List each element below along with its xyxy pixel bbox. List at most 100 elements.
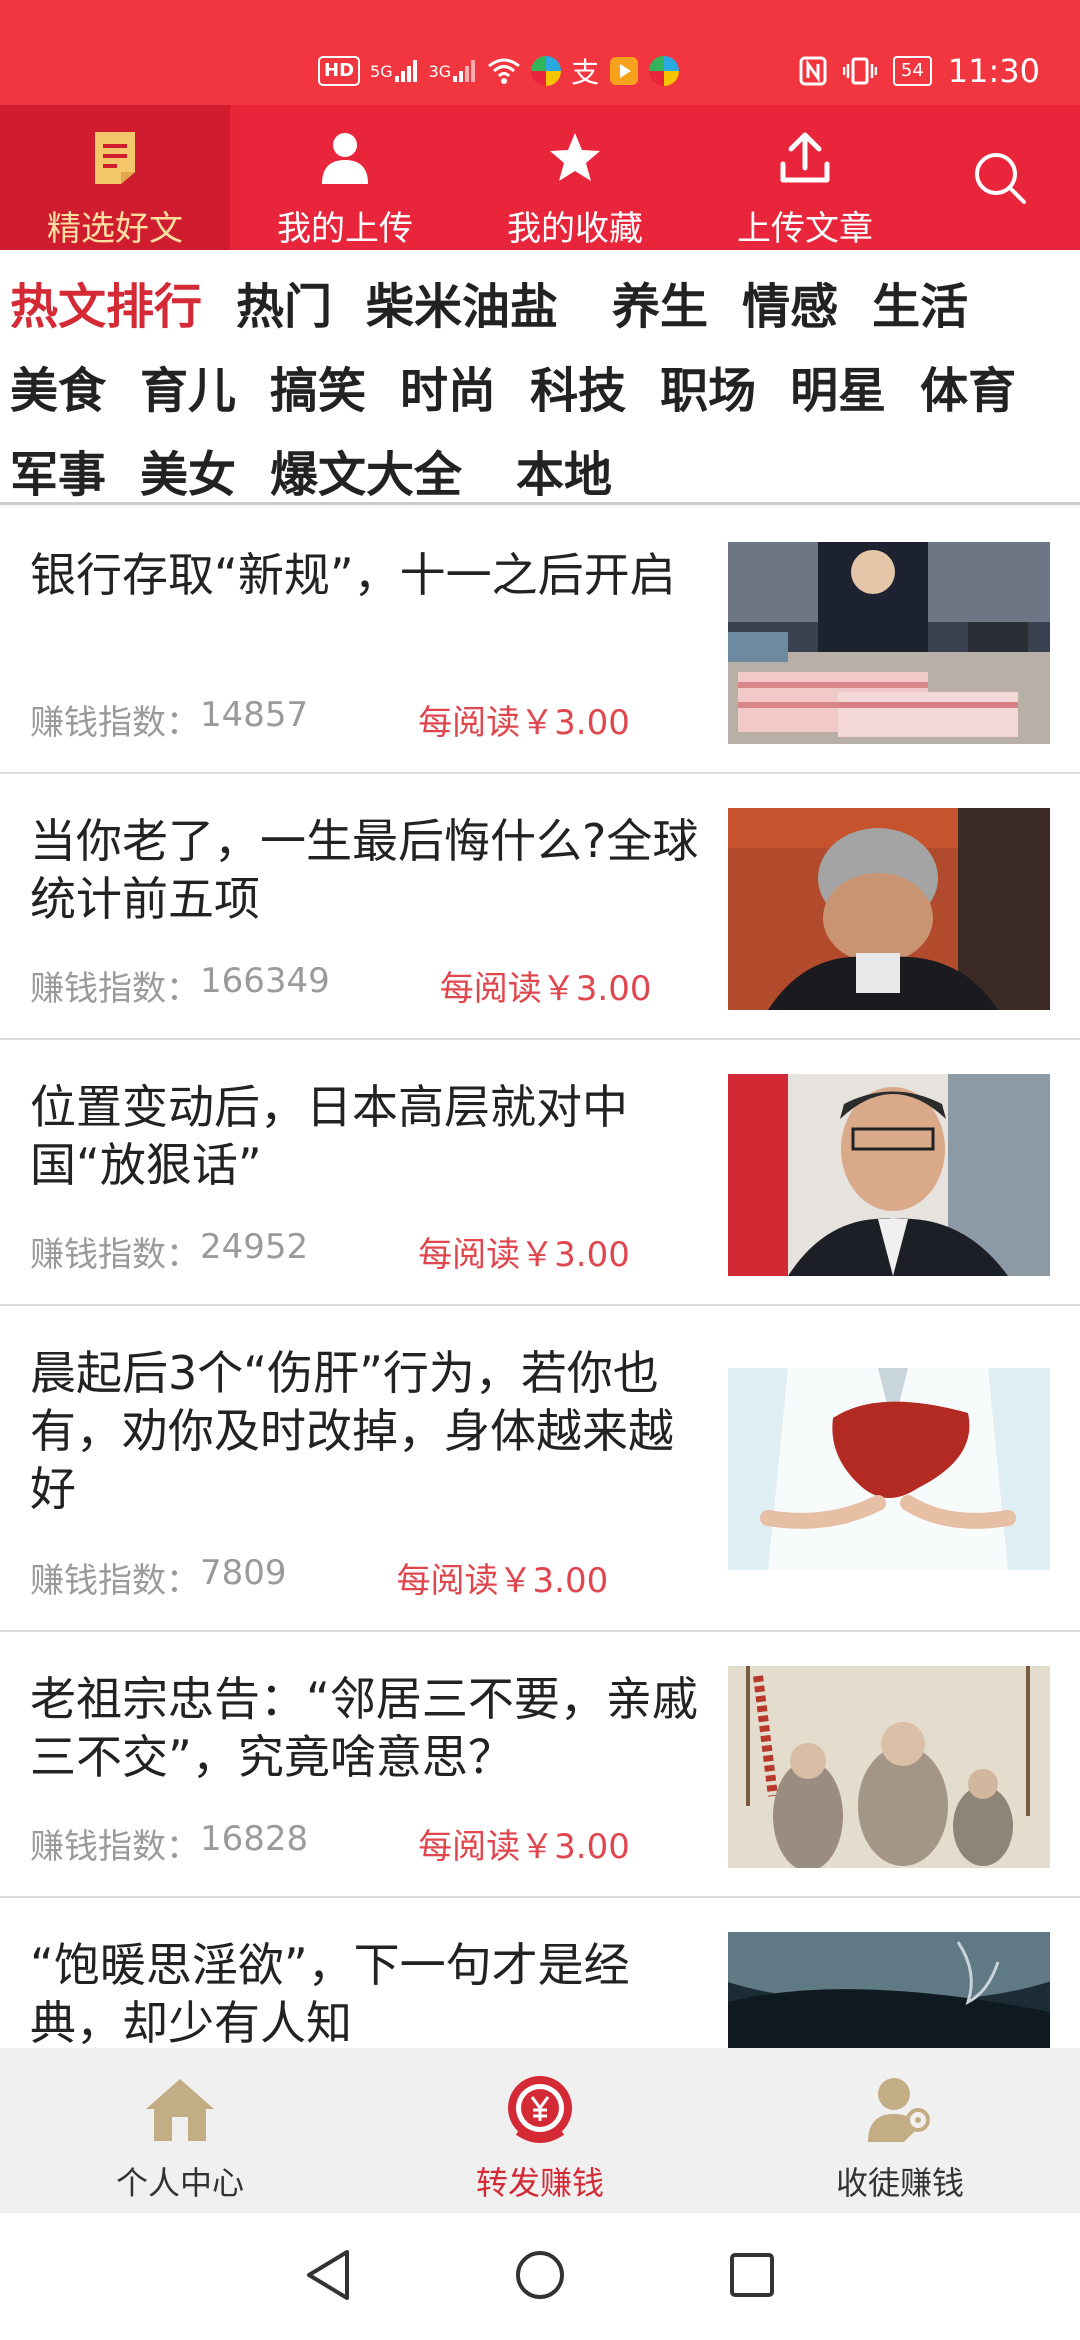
apprentice-icon (860, 2070, 940, 2150)
article-meta: 赚钱指数： 166349 每阅读￥3.00 (30, 961, 652, 1010)
signal-5g-icon: 5G (370, 56, 419, 86)
tab-my-uploads[interactable]: 我的上传 (230, 105, 460, 250)
tab-my-favorites[interactable]: 我的收藏 (460, 105, 690, 250)
category-bar: 热文排行 热门 柴米油盐 养生 情感 生活 美食 育儿 搞笑 时尚 科技 职场 … (0, 250, 1080, 505)
net1-label: 5G (370, 61, 393, 81)
article-item[interactable]: “饱暖思淫欲”，下一句才是经典，却少有人知 (0, 1898, 1080, 2048)
signal-3g-icon: 3G (429, 56, 478, 86)
category-row: 热文排行 热门 柴米油盐 养生 情感 生活 (10, 260, 1080, 344)
article-title: 位置变动后，日本高层就对中国“放狠话” (30, 1080, 628, 1192)
category-row: 军事 美女 爆文大全 本地 (10, 428, 1080, 512)
article-thumbnail (728, 1666, 1050, 1868)
category-career[interactable]: 职场 (660, 351, 756, 421)
read-price: 每阅读￥3.00 (439, 969, 652, 1009)
tab-featured[interactable]: 精选好文 (0, 105, 230, 250)
earn-label: 赚钱指数： (30, 1561, 200, 1601)
category-daily-life[interactable]: 柴米油盐 (366, 267, 558, 337)
user-icon (315, 127, 375, 189)
category-viral[interactable]: 爆文大全 (270, 435, 462, 505)
earn-score: 24952 (200, 1227, 309, 1267)
app-dot-icon (531, 56, 562, 86)
category-emotion[interactable]: 情感 (742, 267, 838, 337)
tab-label: 精选好文 (47, 209, 183, 249)
tab-label: 上传文章 (737, 209, 873, 249)
category-celebrity[interactable]: 明星 (790, 351, 886, 421)
earn-label: 赚钱指数： (30, 1235, 200, 1275)
article-title: 银行存取“新规”，十一之后开启 (30, 548, 676, 602)
article-meta: 赚钱指数： 7809 每阅读￥3.00 (30, 1553, 608, 1602)
hd-icon: HD (318, 56, 361, 86)
article-title: 当你老了，一生最后悔什么?全球统计前五项 (30, 814, 699, 926)
status-icons-left: HD 5G 3G 支 (318, 56, 680, 89)
article-thumbnail (728, 1932, 1050, 2048)
recents-icon[interactable] (727, 2250, 777, 2304)
category-local[interactable]: 本地 (516, 435, 612, 505)
status-icons-right: 54 11:30 (799, 52, 1040, 90)
status-bar: HD 5G 3G 支 54 11:30 (0, 0, 1080, 105)
tab-label: 我的收藏 (507, 209, 643, 249)
category-tech[interactable]: 科技 (530, 351, 626, 421)
nfc-icon (799, 56, 827, 86)
nav-label: 个人中心 (115, 2164, 244, 2202)
category-military[interactable]: 军事 (10, 435, 106, 505)
category-funny[interactable]: 搞笑 (270, 351, 366, 421)
article-thumbnail (728, 1368, 1050, 1570)
earn-score: 14857 (200, 695, 309, 735)
clock-text: 11:30 (947, 52, 1040, 90)
article-item[interactable]: 晨起后3个“伤肝”行为，若你也有，劝你及时改掉，身体越来越好 赚钱指数： 780… (0, 1306, 1080, 1632)
article-icon (85, 127, 145, 189)
article-thumbnail (728, 808, 1050, 1010)
article-list: 银行存取“新规”，十一之后开启 赚钱指数： 14857 每阅读￥3.00 当你老… (0, 508, 1080, 2048)
category-hot[interactable]: 热门 (236, 267, 332, 337)
earn-score: 166349 (200, 961, 330, 1001)
wifi-icon (487, 56, 521, 86)
category-sports[interactable]: 体育 (920, 351, 1016, 421)
article-item[interactable]: 当你老了，一生最后悔什么?全球统计前五项 赚钱指数： 166349 每阅读￥3.… (0, 774, 1080, 1040)
nav-label: 收徒赚钱 (835, 2164, 964, 2202)
top-tab-bar: 精选好文 我的上传 我的收藏 上传文章 (0, 105, 1080, 250)
app-dot-icon-2 (649, 56, 680, 86)
nav-recruit-earn[interactable]: 收徒赚钱 (720, 2048, 1080, 2213)
home-circle-icon[interactable] (513, 2248, 567, 2306)
battery-icon: 54 (892, 56, 932, 86)
tab-upload-article[interactable]: 上传文章 (690, 105, 920, 250)
article-item[interactable]: 老祖宗忠告：“邻居三不要，亲戚三不交”，究竟啥意思？ 赚钱指数： 16828 每… (0, 1632, 1080, 1898)
nav-personal-center[interactable]: 个人中心 (0, 2048, 360, 2213)
vibrate-icon (842, 56, 877, 86)
article-thumbnail (728, 542, 1050, 744)
category-row: 美食 育儿 搞笑 时尚 科技 职场 明星 体育 (10, 344, 1080, 428)
search-icon (975, 152, 1026, 204)
read-price: 每阅读￥3.00 (418, 1235, 630, 1275)
category-hot-ranking[interactable]: 热文排行 (10, 267, 202, 337)
search-button[interactable] (920, 105, 1080, 250)
category-parenting[interactable]: 育儿 (140, 351, 236, 421)
nav-share-earn[interactable]: 转发赚钱 (360, 2048, 720, 2213)
article-title: 晨起后3个“伤肝”行为，若你也有，劝你及时改掉，身体越来越好 (30, 1346, 674, 1516)
net2-label: 3G (428, 61, 452, 81)
article-title: 老祖宗忠告：“邻居三不要，亲戚三不交”，究竟啥意思？ (30, 1672, 698, 1784)
category-health[interactable]: 养生 (612, 267, 708, 337)
category-life[interactable]: 生活 (872, 267, 968, 337)
play-icon (609, 56, 639, 86)
article-meta: 赚钱指数： 24952 每阅读￥3.00 (30, 1227, 630, 1276)
read-price: 每阅读￥3.00 (418, 1827, 630, 1867)
earn-label: 赚钱指数： (30, 1827, 200, 1867)
yuan-icon (500, 2070, 580, 2150)
article-item[interactable]: 银行存取“新规”，十一之后开启 赚钱指数： 14857 每阅读￥3.00 (0, 508, 1080, 774)
back-icon[interactable] (303, 2248, 353, 2306)
home-icon (140, 2070, 220, 2150)
article-item[interactable]: 位置变动后，日本高层就对中国“放狠话” 赚钱指数： 24952 每阅读￥3.00 (0, 1040, 1080, 1306)
tab-label: 我的上传 (277, 209, 413, 249)
category-beauty[interactable]: 美女 (140, 435, 236, 505)
article-thumbnail (728, 1074, 1050, 1276)
read-price: 每阅读￥3.00 (418, 703, 630, 743)
bottom-nav: 个人中心 转发赚钱 收徒赚钱 (0, 2048, 1080, 2213)
category-fashion[interactable]: 时尚 (400, 351, 496, 421)
article-meta: 赚钱指数： 16828 每阅读￥3.00 (30, 1819, 630, 1868)
article-title: “饱暖思淫欲”，下一句才是经典，却少有人知 (30, 1938, 630, 2048)
earn-label: 赚钱指数： (30, 969, 200, 1009)
read-price: 每阅读￥3.00 (396, 1561, 609, 1601)
category-food[interactable]: 美食 (10, 351, 106, 421)
nav-label: 转发赚钱 (475, 2164, 604, 2202)
article-meta: 赚钱指数： 14857 每阅读￥3.00 (30, 695, 630, 744)
